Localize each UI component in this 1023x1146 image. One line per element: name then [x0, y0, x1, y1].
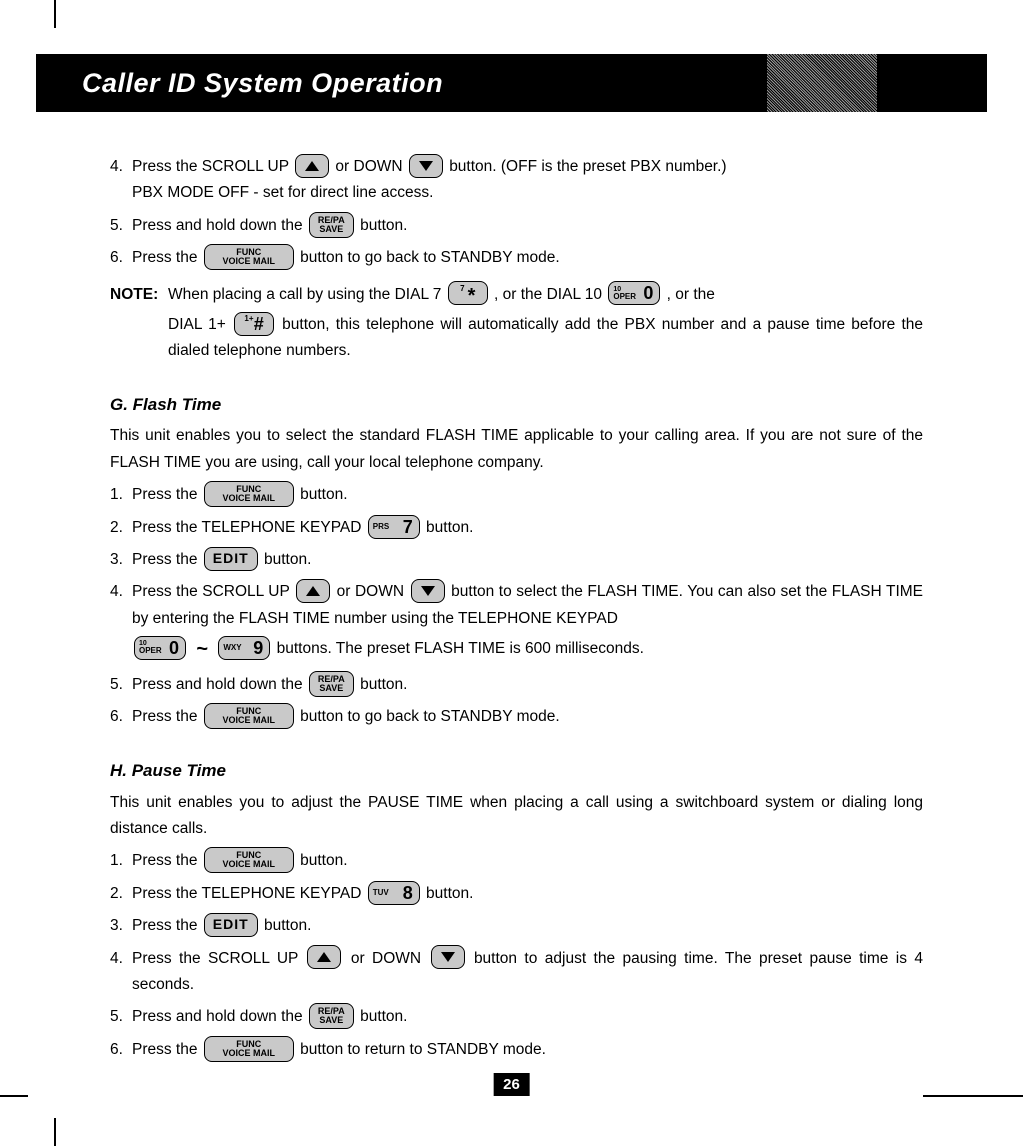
key-1plus-hash-icon: 1+ # [234, 312, 274, 336]
page-title: Caller ID System Operation [82, 68, 443, 99]
tilde: ~ [196, 632, 208, 666]
g-step-5: 5. Press and hold down the RE/PA SAVE bu… [110, 672, 923, 698]
key-wxy-9-icon: WXY 9 [218, 636, 270, 660]
key-tuv-8-icon: TUV 8 [368, 881, 420, 905]
h-step-4: 4. Press the SCROLL UP or DOWN button to… [110, 946, 923, 999]
section-h-intro: This unit enables you to adjust the PAUS… [110, 790, 923, 843]
edit-button-icon: EDIT [204, 913, 258, 937]
step-5-top: 5. Press and hold down the RE/PA SAVE bu… [110, 213, 923, 239]
repa-save-button-icon: RE/PA SAVE [309, 212, 354, 238]
note-cont: DIAL 1+ 1+ # button, this telephone will… [168, 312, 923, 365]
key-10-oper-0-icon: 10 OPER 0 [134, 636, 186, 660]
h-step-3: 3. Press the EDIT button. [110, 913, 923, 939]
g-step-4: 4. Press the SCROLL UP or DOWN button to… [110, 579, 923, 666]
func-voicemail-button-icon: FUNC VOICE MAIL [204, 1036, 294, 1062]
g-step-6: 6. Press the FUNC VOICE MAIL button to g… [110, 704, 923, 730]
repa-save-button-icon: RE/PA SAVE [309, 1003, 354, 1029]
scroll-up-icon [295, 154, 329, 178]
h-step-2: 2. Press the TELEPHONE KEYPAD TUV 8 butt… [110, 881, 923, 907]
page-number: 26 [493, 1073, 530, 1096]
h-step-6: 6. Press the FUNC VOICE MAIL button to r… [110, 1037, 923, 1063]
note-block: NOTE: When placing a call by using the D… [110, 282, 923, 308]
step-6-top: 6. Press the FUNC VOICE MAIL button to g… [110, 245, 923, 271]
edit-button-icon: EDIT [204, 547, 258, 571]
h-step-5: 5. Press and hold down the RE/PA SAVE bu… [110, 1004, 923, 1030]
g-step-1: 1. Press the FUNC VOICE MAIL button. [110, 482, 923, 508]
scroll-up-icon [307, 945, 341, 969]
scroll-down-icon [411, 579, 445, 603]
func-voicemail-button-icon: FUNC VOICE MAIL [204, 847, 294, 873]
repa-save-button-icon: RE/PA SAVE [309, 671, 354, 697]
scroll-down-icon [409, 154, 443, 178]
func-voicemail-button-icon: FUNC VOICE MAIL [204, 244, 294, 270]
step-4-top: 4. Press the SCROLL UP or DOWN button. (… [110, 154, 923, 207]
section-g-title: G. Flash Time [110, 391, 923, 420]
g-step-3: 3. Press the EDIT button. [110, 547, 923, 573]
h-step-1: 1. Press the FUNC VOICE MAIL button. [110, 848, 923, 874]
content: 4. Press the SCROLL UP or DOWN button. (… [110, 148, 923, 1069]
g-step-2: 2. Press the TELEPHONE KEYPAD PRS 7 butt… [110, 515, 923, 541]
scroll-down-icon [431, 945, 465, 969]
func-voicemail-button-icon: FUNC VOICE MAIL [204, 703, 294, 729]
func-voicemail-button-icon: FUNC VOICE MAIL [204, 481, 294, 507]
section-g-intro: This unit enables you to select the stan… [110, 423, 923, 476]
page: Caller ID System Operation 4. Press the … [0, 0, 1023, 1146]
key-10-oper-0-icon: 10 OPER 0 [608, 281, 660, 305]
scroll-up-icon [296, 579, 330, 603]
header-noise-block [767, 54, 877, 112]
section-h-title: H. Pause Time [110, 757, 923, 786]
key-prs-7-icon: PRS 7 [368, 515, 420, 539]
key-7-star-icon: 7 * [448, 281, 488, 305]
